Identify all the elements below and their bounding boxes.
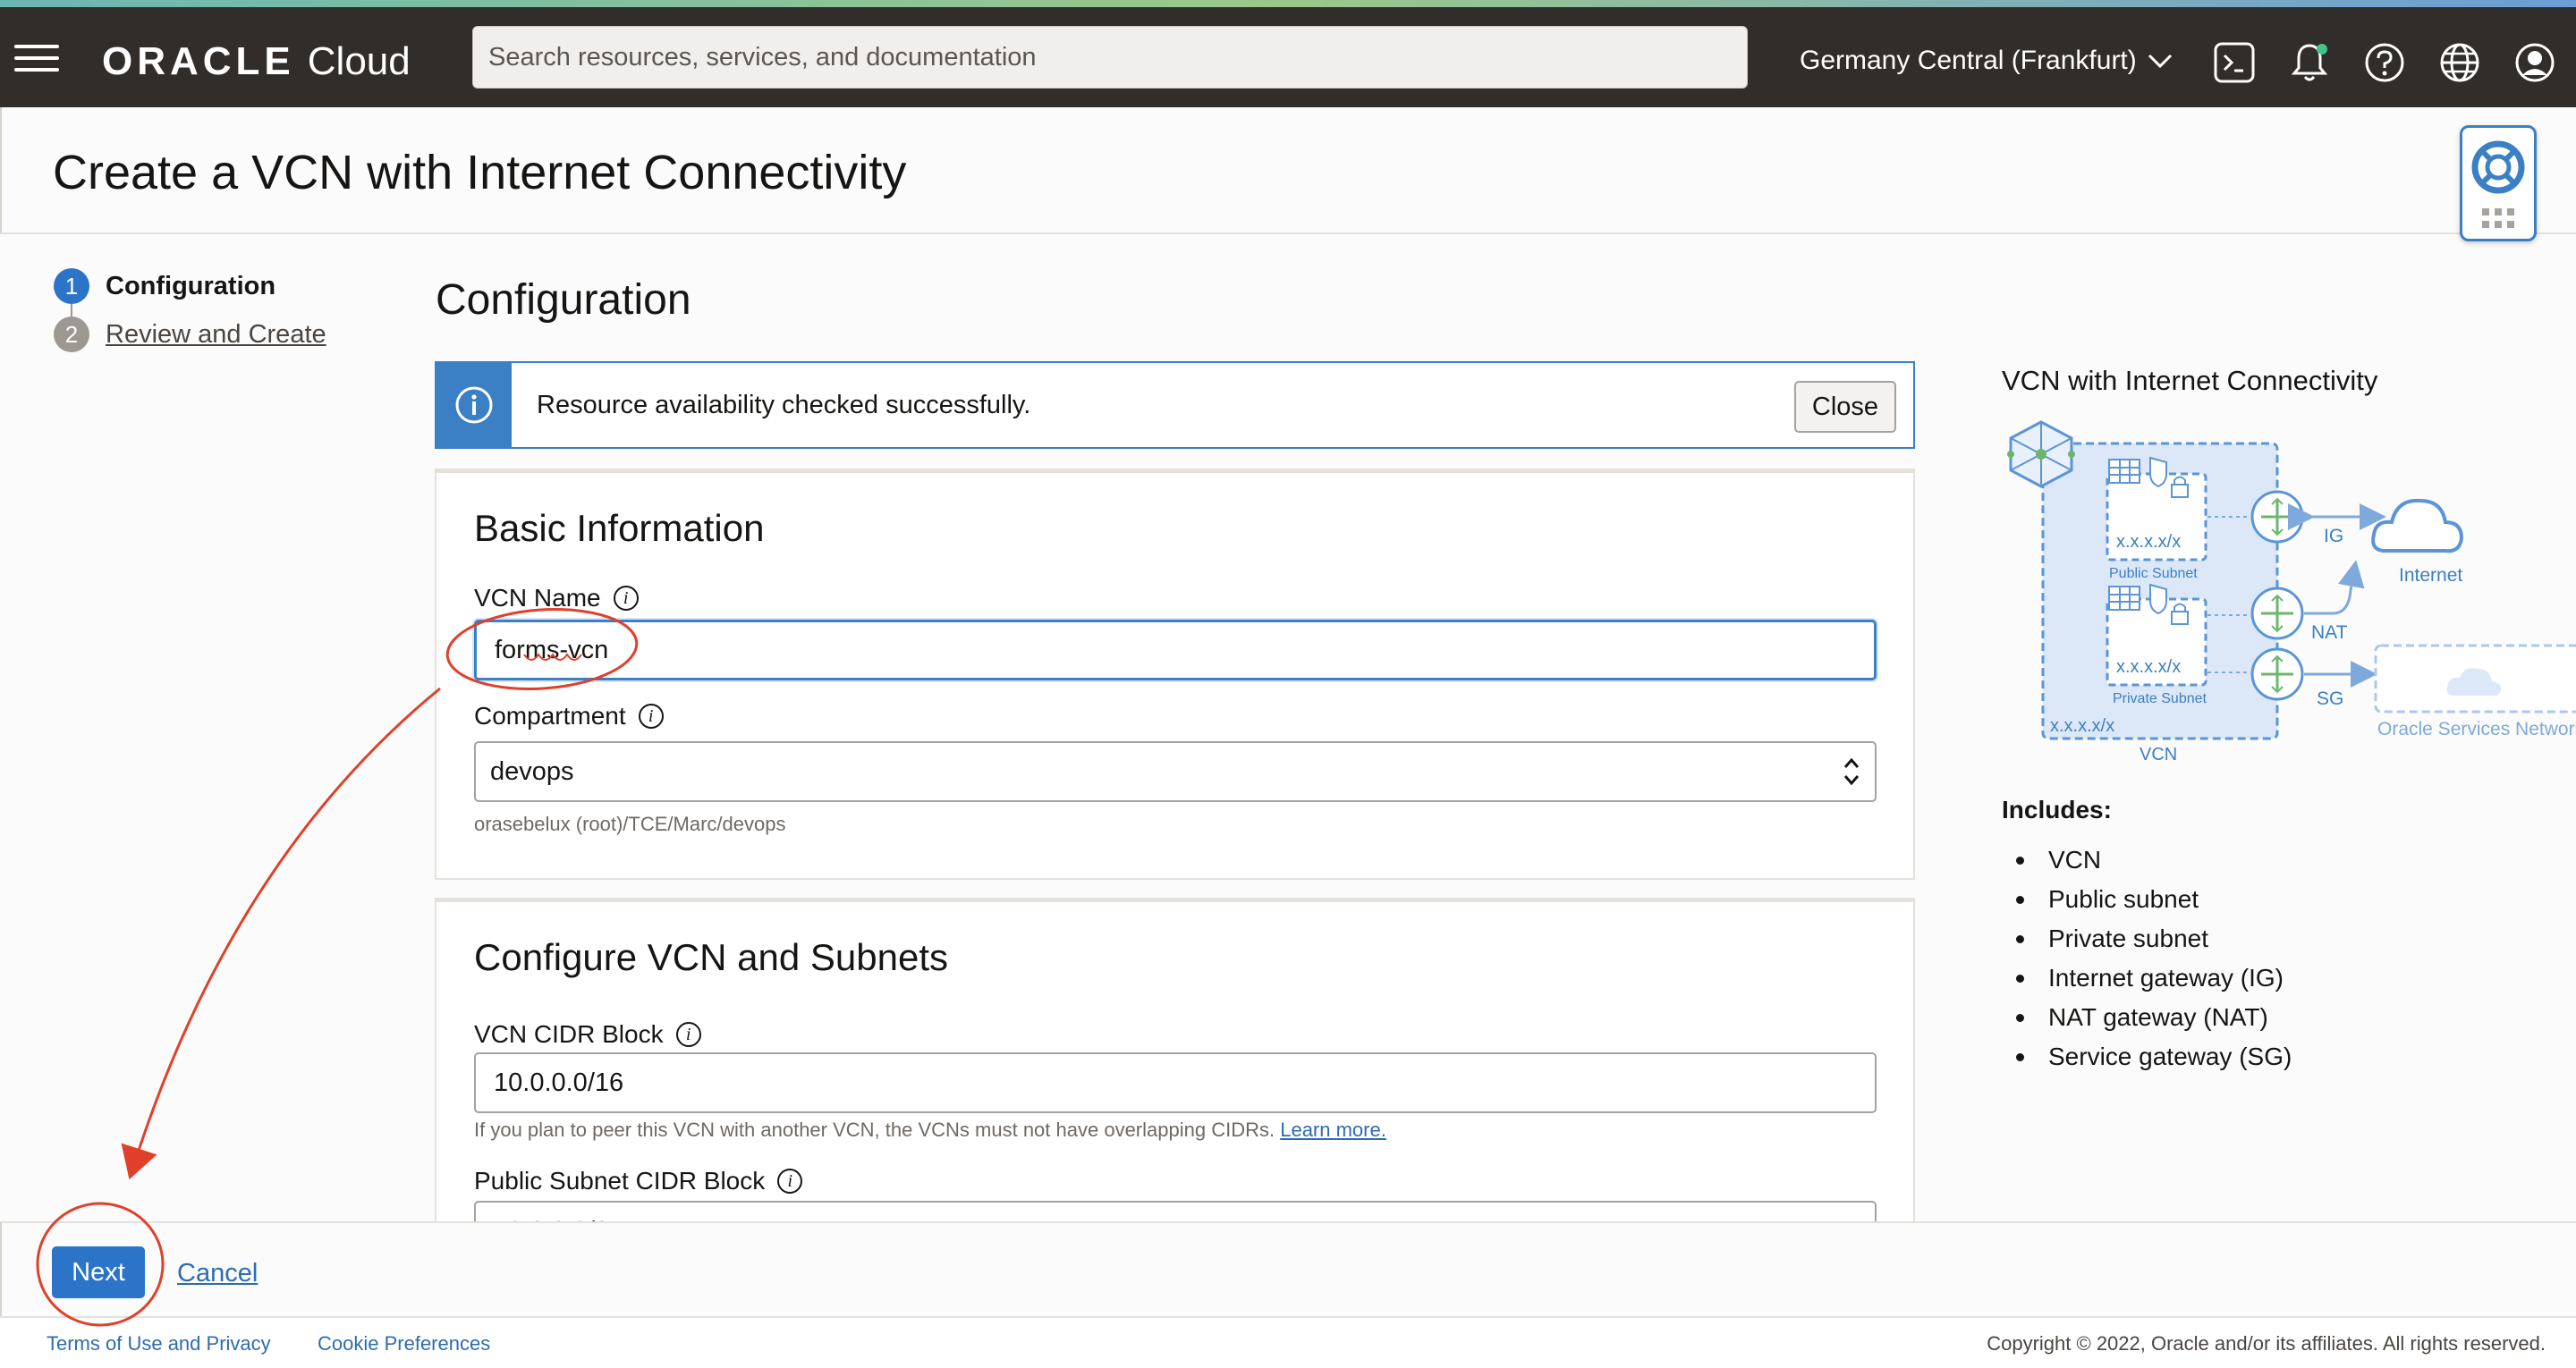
action-bar: Next Cancel [0, 1221, 2576, 1316]
step-number: 2 [54, 317, 89, 352]
copyright-text: Copyright © 2022, Oracle and/or its affi… [1987, 1332, 2546, 1355]
info-icon[interactable]: i [675, 1022, 701, 1047]
info-icon[interactable]: i [638, 704, 664, 729]
bell-icon[interactable] [2288, 41, 2331, 84]
terms-link[interactable]: Terms of Use and Privacy [47, 1332, 271, 1355]
step-label: Configuration [106, 271, 276, 300]
brand-accent-strip [0, 0, 2576, 7]
table-icon [2108, 459, 2140, 484]
service-gateway-icon [2250, 647, 2304, 701]
basic-information-card: Basic Information VCN Name i Compartment… [435, 469, 1915, 880]
label-text: VCN Name [474, 584, 601, 612]
page-header: Create a VCN with Internet Connectivity [0, 107, 2576, 234]
list-item: NAT gateway (NAT) [2016, 998, 2292, 1037]
cidr-help-text: If you plan to peer this VCN with anothe… [474, 1119, 1386, 1142]
card-title: Basic Information [474, 507, 765, 549]
banner-side [436, 363, 512, 447]
internet-cloud-icon [2371, 498, 2464, 553]
table-icon [2108, 586, 2140, 611]
banner-message: Resource availability checked successful… [537, 390, 1031, 419]
info-icon[interactable]: i [613, 586, 639, 611]
vcn-cidr-input[interactable] [474, 1052, 1877, 1113]
top-navigation-bar: ORACLE Cloud Germany Central (Frankfurt) [0, 7, 2576, 107]
public-subnet-text: Public Subnet [2109, 566, 2198, 581]
compartment-path: orasebelux (root)/TCE/Marc/devops [474, 813, 786, 835]
globe-icon[interactable] [2438, 41, 2481, 84]
configure-vcn-card: Configure VCN and Subnets VCN CIDR Block… [435, 898, 1915, 1262]
shield-icon [2149, 583, 2167, 615]
internet-gateway-icon [2250, 490, 2304, 544]
private-subnet-text: Private Subnet [2113, 691, 2207, 706]
label-text: Public Subnet CIDR Block [474, 1167, 766, 1195]
card-title: Configure VCN and Subnets [474, 936, 948, 978]
compartment-select[interactable]: devops [474, 741, 1877, 802]
lifebuoy-icon [2471, 140, 2525, 228]
compartment-label: Compartment i [474, 702, 664, 730]
sort-arrows-icon [1843, 757, 1860, 786]
info-icon[interactable]: i [777, 1169, 803, 1194]
oracle-cloud-logo[interactable]: ORACLE Cloud [102, 39, 411, 83]
private-cidr-text: x.x.x.x/x [2116, 657, 2181, 677]
step-connector [71, 304, 72, 317]
step-number: 1 [54, 268, 89, 304]
info-banner: Resource availability checked successful… [435, 361, 1915, 449]
compartment-value: devops [490, 756, 574, 786]
vcn-cidr-text: x.x.x.x/x [2050, 716, 2114, 736]
list-item: Internet gateway (IG) [2016, 958, 2292, 998]
vcn-name-input[interactable] [474, 620, 1877, 680]
step-configuration[interactable]: 1 Configuration [54, 268, 275, 304]
label-text: VCN CIDR Block [474, 1020, 664, 1048]
nat-text: NAT [2311, 622, 2348, 643]
cancel-link[interactable]: Cancel [177, 1259, 258, 1288]
includes-list: VCN Public subnet Private subnet Interne… [2016, 840, 2292, 1077]
shield-icon [2149, 456, 2167, 488]
help-icon[interactable] [2363, 41, 2406, 84]
step-label: Review and Create [106, 319, 326, 349]
vcn-text: VCN [2140, 745, 2177, 764]
step-review-and-create[interactable]: 2 Review and Create [54, 317, 326, 352]
cookie-preferences-link[interactable]: Cookie Preferences [318, 1332, 490, 1355]
cloud-shell-icon[interactable] [2213, 41, 2256, 84]
annotation-arrow [121, 687, 441, 1180]
page-title: Create a VCN with Internet Connectivity [53, 146, 907, 199]
brand-oracle: ORACLE [102, 39, 295, 83]
next-button[interactable]: Next [52, 1246, 145, 1298]
ig-text: IG [2324, 526, 2343, 546]
page-footer: Terms of Use and Privacy Cookie Preferen… [0, 1316, 2576, 1368]
public-cidr-text: x.x.x.x/x [2116, 532, 2181, 552]
region-selector[interactable]: Germany Central (Frankfurt) [1800, 43, 2173, 79]
cidr-label: VCN CIDR Block i [474, 1020, 701, 1049]
sg-text: SG [2317, 688, 2343, 709]
public-subnet-cidr-label: Public Subnet CIDR Block i [474, 1167, 803, 1195]
cidr-help-message: If you plan to peer this VCN with anothe… [474, 1119, 1275, 1141]
oracle-services-text: Oracle Services Network [2377, 719, 2576, 739]
internet-text: Internet [2399, 565, 2462, 586]
help-widget[interactable] [2460, 125, 2537, 241]
list-item: VCN [2016, 840, 2292, 880]
chevron-down-icon [2148, 54, 2172, 69]
label-text: Compartment [474, 702, 626, 730]
search-input[interactable] [472, 26, 1748, 89]
learn-more-link[interactable]: Learn more. [1280, 1119, 1386, 1141]
list-item: Public subnet [2016, 880, 2292, 919]
region-label: Germany Central (Frankfurt) [1800, 46, 2137, 75]
brand-cloud: Cloud [307, 39, 411, 83]
includes-title: Includes: [2002, 796, 2112, 823]
vcn-architecture-diagram: x.x.x.x/x Public Subnet x.x.x.x/x Privat… [2007, 420, 2576, 764]
section-title: Configuration [436, 276, 691, 324]
user-icon[interactable] [2513, 41, 2556, 84]
menu-icon[interactable] [14, 45, 59, 72]
list-item: Private subnet [2016, 919, 2292, 958]
info-icon [455, 386, 493, 424]
banner-close-button[interactable]: Close [1794, 381, 1896, 433]
vcn-name-label: VCN Name i [474, 584, 639, 612]
diagram-title: VCN with Internet Connectivity [2002, 365, 2378, 396]
nat-gateway-icon [2250, 587, 2304, 640]
list-item: Service gateway (SG) [2016, 1037, 2292, 1077]
